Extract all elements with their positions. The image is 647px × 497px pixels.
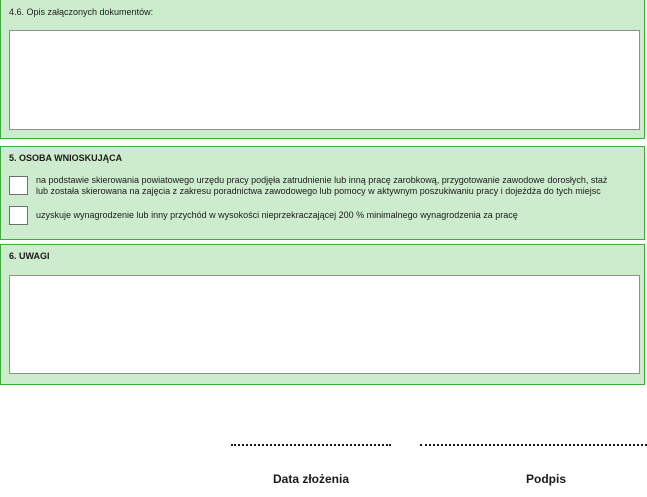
employment-referral-text-line1: na podstawie skierowania powiatowego urz…: [36, 175, 608, 185]
income-limit-checkbox[interactable]: [9, 206, 28, 225]
section-remarks: 6. UWAGI: [0, 244, 645, 385]
section-applicant: 5. OSOBA WNIOSKUJĄCA na podstawie skiero…: [0, 146, 645, 240]
application-form-page: 4.6. Opis załączonych dokumentów: 5. OSO…: [0, 0, 647, 497]
employment-referral-checkbox[interactable]: [9, 176, 28, 195]
signature-label: Podpis: [526, 472, 567, 486]
applicant-heading: 5. OSOBA WNIOSKUJĄCA: [9, 153, 123, 163]
employment-referral-text: na podstawie skierowania powiatowego urz…: [36, 175, 636, 197]
signature-dotted-line: [420, 438, 647, 446]
remarks-textarea[interactable]: [9, 275, 640, 374]
attached-documents-textarea[interactable]: [9, 30, 640, 130]
remarks-heading: 6. UWAGI: [9, 251, 50, 261]
date-dotted-line: [231, 438, 391, 446]
section-attached-documents: 4.6. Opis załączonych dokumentów:: [0, 0, 645, 139]
submission-date-label: Data złożenia: [273, 472, 350, 486]
attached-documents-label: 4.6. Opis załączonych dokumentów:: [9, 7, 154, 17]
employment-referral-text-line2: lub została skierowana na zajęcia z zakr…: [36, 186, 601, 196]
income-limit-text: uzyskuje wynagrodzenie lub inny przychód…: [36, 210, 518, 220]
